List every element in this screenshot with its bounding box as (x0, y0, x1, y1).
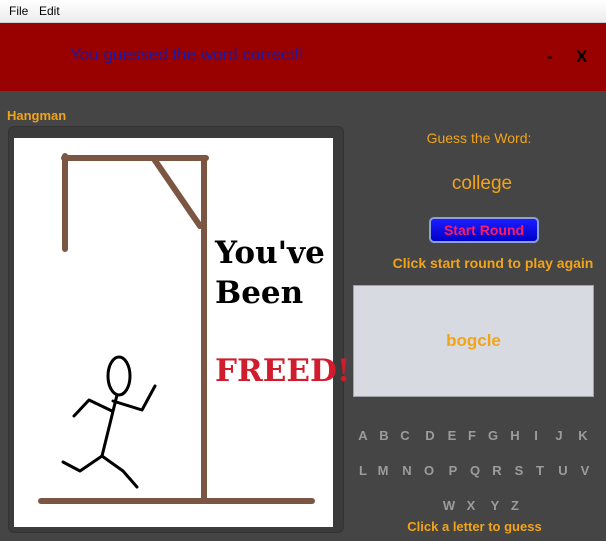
letter-f-button[interactable]: F (464, 428, 480, 443)
letter-q-button[interactable]: Q (467, 463, 483, 478)
guess-label: Guess the Word: (426, 130, 532, 146)
letter-u-button[interactable]: U (555, 463, 571, 478)
letter-g-button[interactable]: G (485, 428, 501, 443)
menu-edit[interactable]: Edit (39, 4, 60, 18)
letter-d-button[interactable]: D (422, 428, 438, 443)
letter-hint: Click a letter to guess (407, 519, 542, 534)
letter-b-button[interactable]: B (376, 428, 392, 443)
letter-l-button[interactable]: L (355, 463, 371, 478)
image-text-been: Been (215, 275, 304, 311)
letter-h-button[interactable]: H (507, 428, 523, 443)
panel-title: Hangman (7, 108, 67, 123)
letter-e-button[interactable]: E (444, 428, 460, 443)
image-text-youve: You've (215, 235, 325, 271)
letter-v-button[interactable]: V (577, 463, 593, 478)
letter-t-button[interactable]: T (532, 463, 548, 478)
letter-a-button[interactable]: A (355, 428, 371, 443)
target-word: college (451, 173, 513, 194)
letter-k-button[interactable]: K (575, 428, 591, 443)
play-again-instructions: Click start round to play again (392, 255, 594, 271)
letter-w-button[interactable]: W (441, 498, 457, 513)
letter-x-button[interactable]: X (463, 498, 479, 513)
letter-z-button[interactable]: Z (507, 498, 523, 513)
letter-y-button[interactable]: Y (487, 498, 503, 513)
letter-j-button[interactable]: J (551, 428, 567, 443)
hangman-image: You've Been FREED! (14, 138, 351, 527)
image-text-freed: FREED! (215, 353, 351, 389)
close-button[interactable]: X (576, 47, 587, 67)
letter-o-button[interactable]: O (421, 463, 437, 478)
status-message: You guessed the word correct!! (70, 45, 304, 64)
title-banner: You guessed the word correct!! - X (0, 23, 606, 91)
letter-p-button[interactable]: P (445, 463, 461, 478)
letter-i-button[interactable]: I (528, 428, 544, 443)
menu-bar: File Edit (0, 0, 606, 23)
start-round-button[interactable]: Start Round (429, 217, 539, 243)
menu-file[interactable]: File (9, 4, 28, 18)
letter-n-button[interactable]: N (399, 463, 415, 478)
current-guess-box: bogcle (353, 285, 594, 397)
letter-m-button[interactable]: M (375, 463, 391, 478)
gallows-drawing (38, 153, 315, 504)
letter-s-button[interactable]: S (511, 463, 527, 478)
minimize-button[interactable]: - (547, 47, 553, 67)
letter-r-button[interactable]: R (489, 463, 505, 478)
current-guess: bogcle (446, 331, 501, 350)
letter-c-button[interactable]: C (397, 428, 413, 443)
